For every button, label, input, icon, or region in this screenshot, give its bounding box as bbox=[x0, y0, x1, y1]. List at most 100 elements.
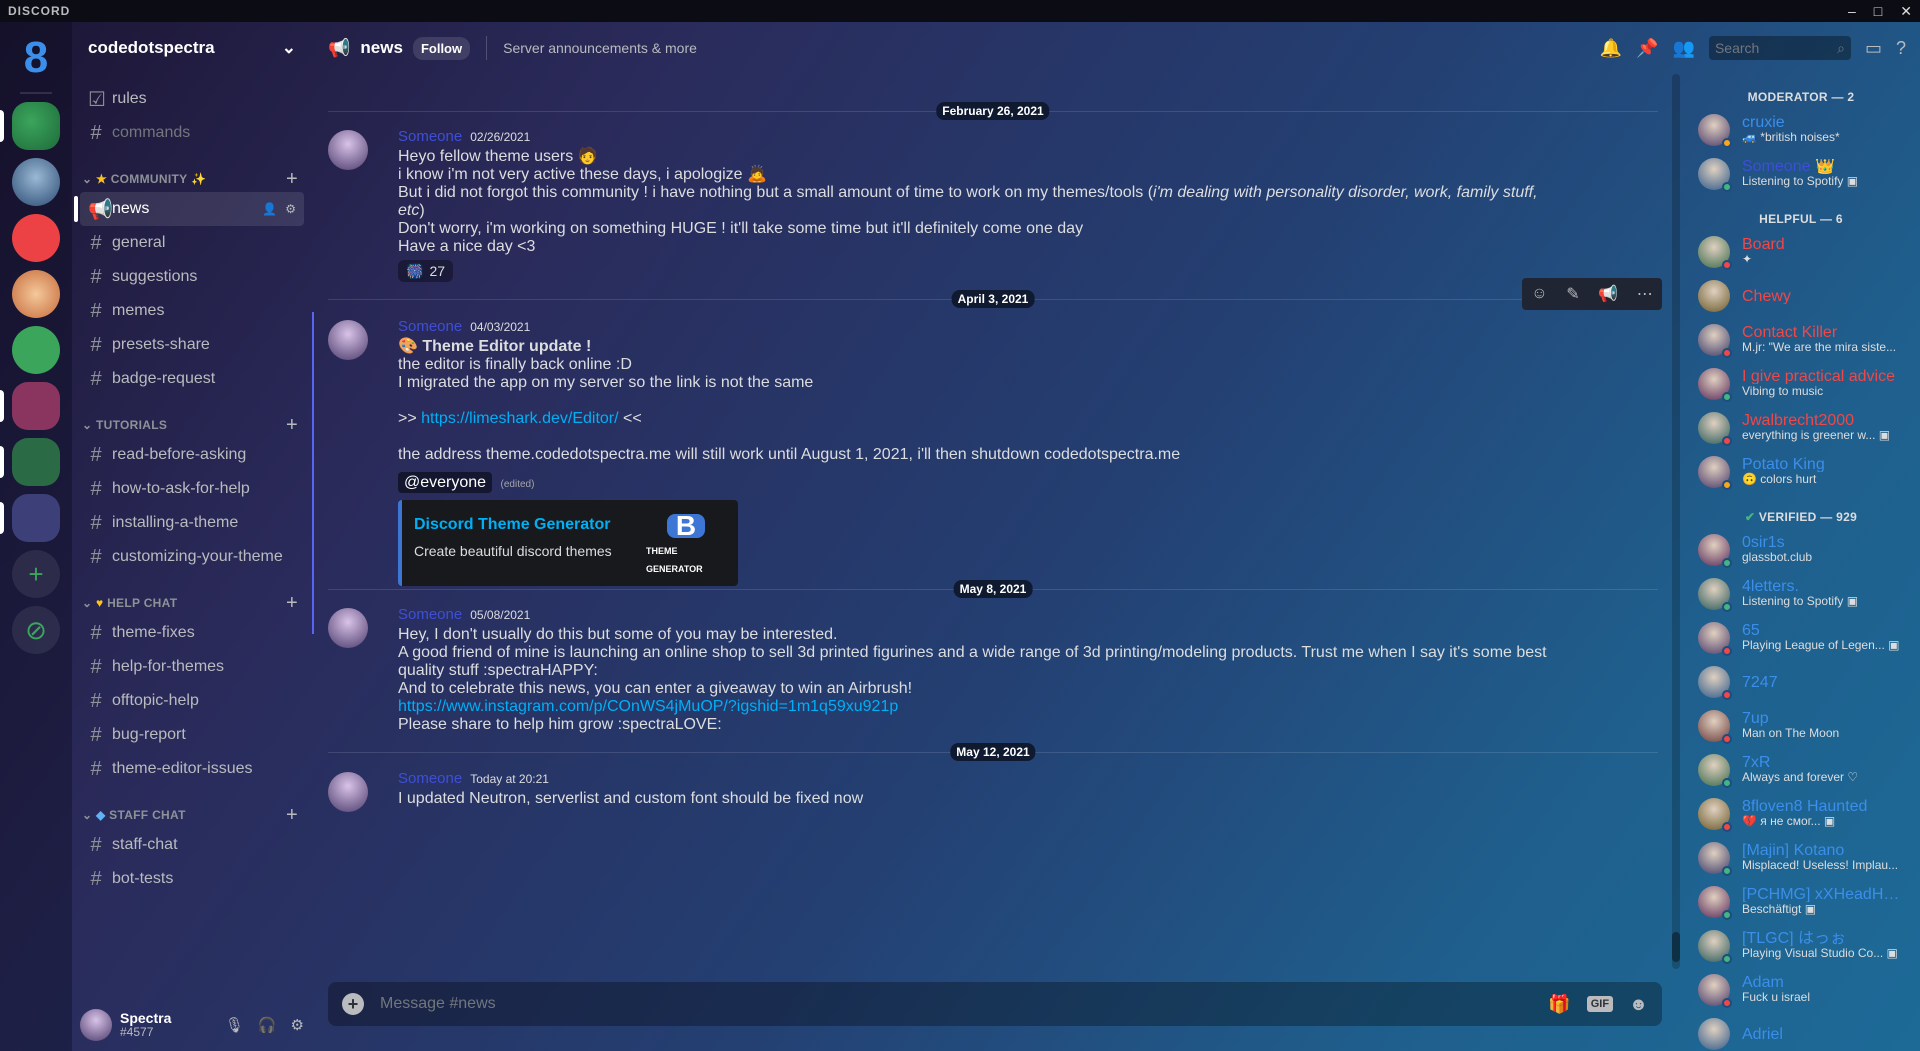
category-help-chat[interactable]: ⌄ ♥ HELP CHAT + bbox=[80, 584, 304, 616]
server-folder[interactable] bbox=[0, 494, 60, 542]
message-author[interactable]: Someone bbox=[398, 128, 462, 146]
follow-button[interactable]: Follow bbox=[412, 36, 471, 60]
microphone-icon[interactable]: 🎙 bbox=[225, 1016, 244, 1034]
publish-icon[interactable]: 📢 bbox=[1598, 284, 1618, 304]
member-item[interactable]: 7xR Always and forever ♡ bbox=[1690, 748, 1912, 792]
maximize-button[interactable]: □ bbox=[1874, 3, 1882, 20]
chat-scrollbar[interactable] bbox=[1672, 74, 1680, 969]
channel-bot-tests[interactable]: # bot-tests bbox=[80, 862, 304, 896]
message-author[interactable]: Someone bbox=[398, 606, 462, 624]
embed-thumbnail[interactable]: B THEME GENERATOR bbox=[646, 512, 726, 578]
create-channel-button[interactable]: + bbox=[286, 593, 304, 613]
channel-badge-request[interactable]: # badge-request bbox=[80, 362, 304, 396]
channel-presets-share[interactable]: # presets-share bbox=[80, 328, 304, 362]
member-item[interactable]: 7up Man on The Moon bbox=[1690, 704, 1912, 748]
add-reaction-icon[interactable]: ☺ bbox=[1531, 285, 1547, 303]
channel-bug-report[interactable]: # bug-report bbox=[80, 718, 304, 752]
channel-memes[interactable]: # memes bbox=[80, 294, 304, 328]
channel-theme-editor-issues[interactable]: # theme-editor-issues bbox=[80, 752, 304, 786]
emoji-icon[interactable]: ☻ bbox=[1629, 994, 1648, 1015]
server-icon[interactable] bbox=[12, 158, 60, 206]
attach-button[interactable]: + bbox=[342, 993, 364, 1015]
category-community[interactable]: ⌄ ★ COMMUNITY ✨ + bbox=[80, 160, 304, 192]
channel-rules[interactable]: ☑ rules bbox=[80, 82, 304, 116]
minimize-button[interactable]: – bbox=[1848, 3, 1856, 20]
editor-link[interactable]: https://limeshark.dev/Editor/ bbox=[421, 410, 618, 427]
explore-servers-button[interactable]: ⊘ bbox=[12, 606, 60, 654]
member-item[interactable]: cruxie 🚙 *british noises* bbox=[1690, 108, 1912, 152]
invite-icon[interactable]: 👤 bbox=[262, 202, 277, 216]
message-line: the editor is finally back online :D bbox=[398, 356, 632, 373]
edit-icon[interactable]: ✎ bbox=[1566, 284, 1579, 304]
search-input[interactable]: Search ⌕ bbox=[1708, 36, 1851, 60]
create-channel-button[interactable]: + bbox=[286, 169, 304, 189]
members-icon[interactable]: 👥 bbox=[1673, 38, 1695, 59]
gear-icon[interactable]: ⚙ bbox=[291, 1016, 304, 1034]
pin-icon[interactable]: 📌 bbox=[1636, 38, 1658, 59]
bell-icon[interactable]: 🔔 bbox=[1600, 38, 1622, 59]
channel-theme-fixes[interactable]: # theme-fixes bbox=[80, 616, 304, 650]
server-icon-codedotspectra[interactable] bbox=[0, 102, 60, 150]
message-input[interactable] bbox=[380, 995, 1533, 1013]
message-author[interactable]: Someone bbox=[398, 770, 462, 788]
channel-customizing-your-theme[interactable]: # customizing-your-theme bbox=[80, 540, 304, 574]
member-name: Adam bbox=[1742, 975, 1784, 990]
channel-read-before-asking[interactable]: # read-before-asking bbox=[80, 438, 304, 472]
member-item[interactable]: Jwalbrecht2000 everything is greener w...… bbox=[1690, 406, 1912, 450]
avatar[interactable] bbox=[328, 130, 368, 170]
member-item[interactable]: 8floven8 Haunted 💔 я не смог... ▣ bbox=[1690, 792, 1912, 836]
channel-news[interactable]: 📢 news 👤 ⚙ bbox=[74, 192, 304, 226]
member-item[interactable]: Adam Fuck u israel bbox=[1690, 968, 1912, 1012]
member-item[interactable]: Contact Killer M.jr: "We are the mira sis… bbox=[1690, 318, 1912, 362]
category-staff-chat[interactable]: ⌄ ◆ STAFF CHAT + bbox=[80, 796, 304, 828]
avatar[interactable] bbox=[328, 320, 368, 360]
guild-header[interactable]: codedotspectra ⌄ bbox=[72, 22, 312, 74]
everyone-mention[interactable]: @everyone bbox=[398, 472, 493, 493]
member-item[interactable]: Adriel bbox=[1690, 1012, 1912, 1051]
close-button[interactable]: ✕ bbox=[1900, 3, 1912, 20]
server-folder[interactable] bbox=[0, 438, 60, 486]
channel-suggestions[interactable]: # suggestions bbox=[80, 260, 304, 294]
home-button[interactable]: 8 bbox=[24, 32, 48, 84]
add-server-button[interactable]: + bbox=[12, 550, 60, 598]
server-icon[interactable] bbox=[12, 214, 60, 262]
channel-general[interactable]: # general bbox=[80, 226, 304, 260]
member-item[interactable]: [PCHMG] xXHeadHu... Beschäftigt ▣ bbox=[1690, 880, 1912, 924]
member-item[interactable]: [Majin] Kotano Misplaced! Useless! Implau… bbox=[1690, 836, 1912, 880]
member-item[interactable]: 7247 bbox=[1690, 660, 1912, 704]
avatar[interactable] bbox=[80, 1009, 112, 1041]
channel-installing-a-theme[interactable]: # installing-a-theme bbox=[80, 506, 304, 540]
gif-button[interactable]: GIF bbox=[1586, 996, 1614, 1012]
member-item[interactable]: 0sir1s glassbot.club bbox=[1690, 528, 1912, 572]
channel-help-for-themes[interactable]: # help-for-themes bbox=[80, 650, 304, 684]
more-icon[interactable]: ⋯ bbox=[1637, 284, 1653, 304]
channel-offtopic-help[interactable]: # offtopic-help bbox=[80, 684, 304, 718]
member-item[interactable]: 4letters. Listening to Spotify ▣ bbox=[1690, 572, 1912, 616]
create-channel-button[interactable]: + bbox=[286, 415, 304, 435]
channel-staff-chat[interactable]: # staff-chat bbox=[80, 828, 304, 862]
server-icon[interactable] bbox=[12, 326, 60, 374]
avatar[interactable] bbox=[328, 608, 368, 648]
member-item[interactable]: [TLGC] はっぉ Playing Visual Studio Co... ▣ bbox=[1690, 924, 1912, 968]
server-folder[interactable] bbox=[0, 382, 60, 430]
channel-how-to-ask-for-help[interactable]: # how-to-ask-for-help bbox=[80, 472, 304, 506]
instagram-link[interactable]: https://www.instagram.com/p/COnWS4jMuOP/… bbox=[398, 698, 898, 715]
gift-icon[interactable]: 🎁 bbox=[1548, 994, 1570, 1015]
headphones-icon[interactable]: 🎧 bbox=[258, 1016, 277, 1034]
member-item[interactable]: Board ✦ bbox=[1690, 230, 1912, 274]
member-item[interactable]: I give practical advice Vibing to music bbox=[1690, 362, 1912, 406]
member-item[interactable]: Potato King 🙃 colors hurt bbox=[1690, 450, 1912, 494]
avatar[interactable] bbox=[328, 772, 368, 812]
server-icon[interactable] bbox=[12, 270, 60, 318]
channel-commands[interactable]: # commands bbox=[80, 116, 304, 150]
inbox-icon[interactable]: ▭ bbox=[1865, 38, 1882, 59]
member-item[interactable]: 65 Playing League of Legen... ▣ bbox=[1690, 616, 1912, 660]
member-item[interactable]: Chewy bbox=[1690, 274, 1912, 318]
reaction[interactable]: 🎆 27 bbox=[398, 260, 454, 282]
create-channel-button[interactable]: + bbox=[286, 805, 304, 825]
message-author[interactable]: Someone bbox=[398, 318, 462, 336]
member-item[interactable]: Someone 👑 Listening to Spotify ▣ bbox=[1690, 152, 1912, 196]
category-tutorials[interactable]: ⌄ TUTORIALS + bbox=[80, 406, 304, 438]
gear-icon[interactable]: ⚙ bbox=[285, 202, 296, 216]
help-icon[interactable]: ? bbox=[1896, 38, 1906, 59]
